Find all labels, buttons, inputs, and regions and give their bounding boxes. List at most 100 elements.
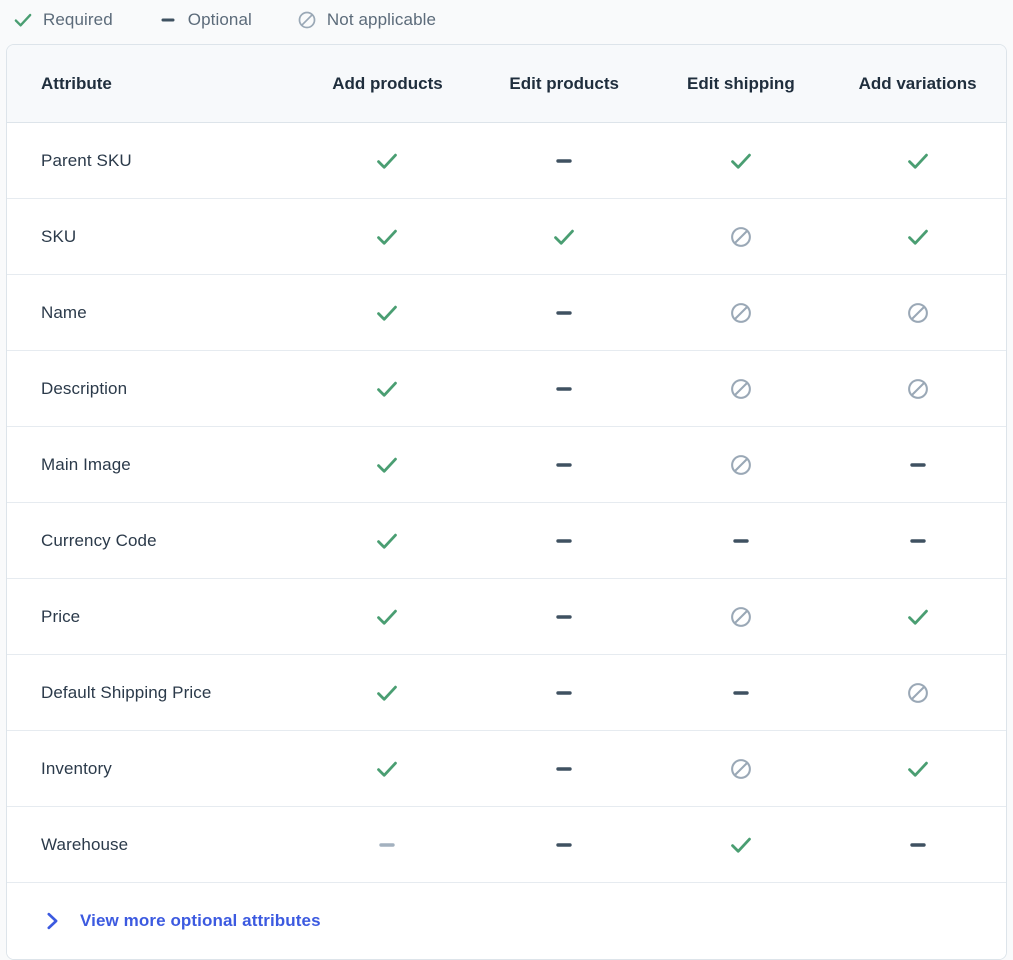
table-header-row: Attribute Add products Edit products Edit s… xyxy=(7,45,1006,123)
legend-item-not-applicable: Not applicable xyxy=(296,9,436,31)
not-applicable-icon xyxy=(905,376,931,402)
check-icon xyxy=(374,224,400,250)
dash-icon xyxy=(551,604,577,630)
matrix-cell xyxy=(652,274,830,351)
table-row: Inventory xyxy=(7,730,1006,807)
matrix-cell xyxy=(829,654,1006,731)
check-icon xyxy=(905,224,931,250)
check-icon xyxy=(374,528,400,554)
legend-item-label: Optional xyxy=(187,10,252,29)
matrix-cell xyxy=(829,502,1006,579)
matrix-cell xyxy=(652,350,830,427)
matrix-cell xyxy=(299,274,476,351)
table-row: Currency Code xyxy=(7,502,1006,579)
matrix-cell xyxy=(829,198,1006,275)
dash-icon xyxy=(551,832,577,858)
matrix-cell xyxy=(652,730,830,807)
column-header-add-products: Add products xyxy=(299,45,476,123)
attribute-name: Main Image xyxy=(7,426,300,503)
dash-icon xyxy=(551,528,577,554)
view-more-optional-attributes-link[interactable]: View more optional attributes xyxy=(41,910,321,932)
matrix-cell xyxy=(475,426,653,503)
legend-item-optional: Optional xyxy=(157,9,252,31)
matrix-cell xyxy=(299,654,476,731)
matrix-cell xyxy=(652,198,830,275)
attribute-name: Inventory xyxy=(7,730,300,807)
table-row: Description xyxy=(7,350,1006,427)
attribute-name: Description xyxy=(7,350,300,427)
matrix-cell xyxy=(475,198,653,275)
attribute-name: Default Shipping Price xyxy=(7,654,300,731)
column-header-edit-shipping: Edit shipping xyxy=(652,45,830,123)
table-row: Warehouse xyxy=(7,806,1006,883)
matrix-cell xyxy=(829,350,1006,427)
dash-icon xyxy=(728,528,754,554)
attribute-name: SKU xyxy=(7,198,300,275)
not-applicable-icon xyxy=(728,300,754,326)
dash-icon xyxy=(905,452,931,478)
matrix-cell xyxy=(829,578,1006,655)
attribute-name: Warehouse xyxy=(7,806,300,883)
matrix-cell xyxy=(652,502,830,579)
attribute-name: Parent SKU xyxy=(7,122,300,199)
check-icon xyxy=(728,832,754,858)
matrix-cell xyxy=(299,578,476,655)
not-applicable-icon xyxy=(728,452,754,478)
column-header-attribute: Attribute xyxy=(7,45,300,123)
check-icon xyxy=(374,756,400,782)
check-icon xyxy=(374,680,400,706)
check-icon xyxy=(905,604,931,630)
check-icon xyxy=(374,148,400,174)
matrix-cell xyxy=(829,426,1006,503)
matrix-cell xyxy=(475,806,653,883)
check-icon xyxy=(905,756,931,782)
matrix-cell xyxy=(475,122,653,199)
dash-icon xyxy=(728,680,754,706)
not-applicable-icon xyxy=(905,300,931,326)
check-icon xyxy=(374,376,400,402)
matrix-cell xyxy=(475,730,653,807)
table-row: Price xyxy=(7,578,1006,655)
check-icon xyxy=(905,148,931,174)
chevron-right-icon xyxy=(41,910,63,932)
matrix-cell xyxy=(652,578,830,655)
table-row: Main Image xyxy=(7,426,1006,503)
attribute-name: Name xyxy=(7,274,300,351)
table-footer: View more optional attributes xyxy=(7,883,1006,959)
attribute-matrix-table: Attribute Add products Edit products Edit s… xyxy=(7,45,1006,883)
not-applicable-icon xyxy=(728,224,754,250)
check-icon xyxy=(374,452,400,478)
check-icon xyxy=(12,9,34,31)
matrix-cell xyxy=(299,350,476,427)
dash-icon xyxy=(905,832,931,858)
column-header-edit-products: Edit products xyxy=(475,45,653,123)
column-header-add-variations: Add variations xyxy=(829,45,1006,123)
matrix-cell xyxy=(299,502,476,579)
matrix-cell xyxy=(475,350,653,427)
dash-icon xyxy=(551,376,577,402)
matrix-cell xyxy=(299,122,476,199)
matrix-cell xyxy=(829,806,1006,883)
attribute-matrix-card: Attribute Add products Edit products Edit s… xyxy=(6,44,1007,960)
table-row: Parent SKU xyxy=(7,122,1006,199)
matrix-cell xyxy=(652,122,830,199)
dash-icon xyxy=(551,452,577,478)
matrix-cell xyxy=(475,274,653,351)
dash-icon xyxy=(551,148,577,174)
table-row: SKU xyxy=(7,198,1006,275)
table-row: Name xyxy=(7,274,1006,351)
dash-icon xyxy=(551,300,577,326)
matrix-cell xyxy=(829,730,1006,807)
check-icon xyxy=(728,148,754,174)
matrix-cell xyxy=(299,806,476,883)
attribute-requirements-page: Required Optional Not applicable Attribute… xyxy=(0,0,1013,960)
legend-item-required: Required xyxy=(12,9,113,31)
attribute-name: Price xyxy=(7,578,300,655)
table-body: Parent SKU SKU Name Description Main Image Cu… xyxy=(7,122,1006,883)
not-applicable-icon xyxy=(296,9,318,31)
matrix-cell xyxy=(299,730,476,807)
matrix-cell xyxy=(652,654,830,731)
attribute-name: Currency Code xyxy=(7,502,300,579)
legend: Required Optional Not applicable xyxy=(0,0,1013,40)
table-row: Default Shipping Price xyxy=(7,654,1006,731)
